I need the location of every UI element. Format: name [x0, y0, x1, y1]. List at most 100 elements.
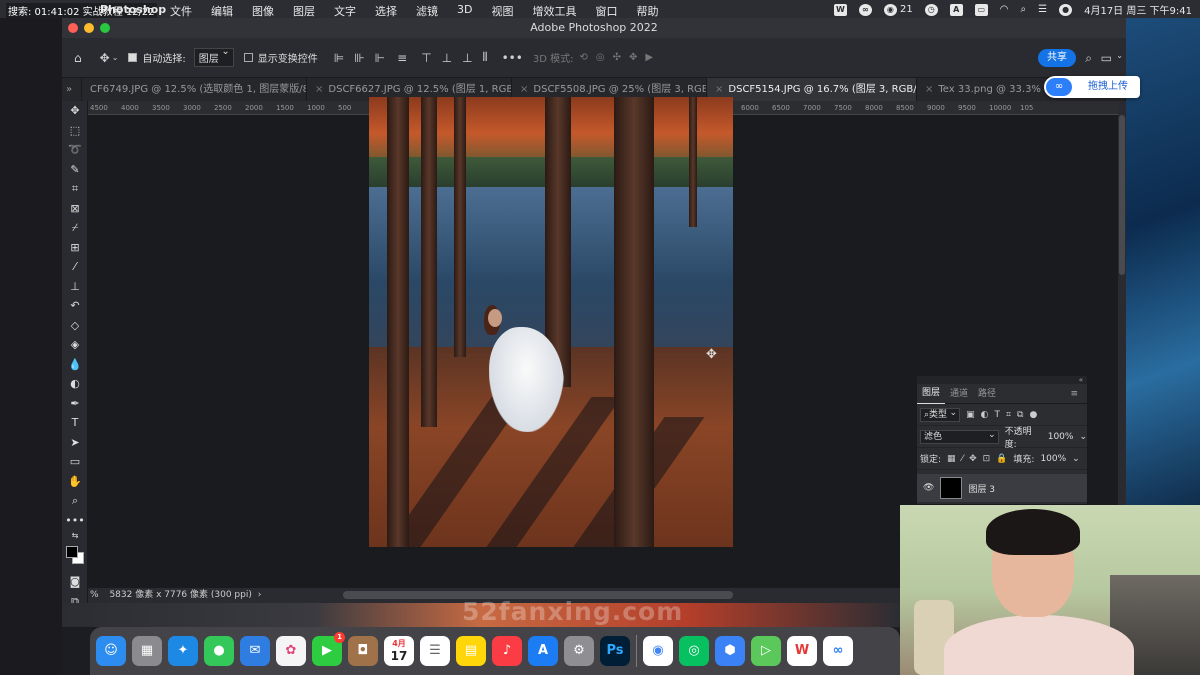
align-right-icon[interactable]: ⊩: [375, 51, 385, 65]
align-left-icon[interactable]: ⊫: [334, 51, 344, 65]
chrome-icon[interactable]: ◉: [643, 636, 673, 666]
align-center-h-icon[interactable]: ⊪: [354, 51, 364, 65]
foreground-color-swatch[interactable]: [66, 546, 78, 558]
dodge-tool-icon[interactable]: ◐: [62, 374, 88, 394]
distribute-v-icon[interactable]: ⫴: [483, 50, 488, 65]
tool-preset-chevron-icon[interactable]: ⌄: [112, 53, 119, 62]
wechat-status[interactable]: ◉ 21: [883, 3, 913, 16]
frame-tool-icon[interactable]: ⊠: [62, 199, 88, 219]
menu-help[interactable]: 帮助: [636, 3, 658, 19]
crop-tool-icon[interactable]: ⌗: [62, 179, 88, 199]
music-icon[interactable]: ♪: [492, 636, 522, 666]
fill-chevron-icon[interactable]: ⌄: [1072, 454, 1080, 464]
launchpad-icon[interactable]: ▦: [132, 636, 162, 666]
blur-tool-icon[interactable]: 💧: [62, 355, 88, 375]
lock-position-icon[interactable]: ✥: [969, 454, 977, 464]
menu-select[interactable]: 选择: [375, 3, 397, 19]
facetime-icon[interactable]: ▶ 1: [312, 632, 345, 666]
zoom-readout[interactable]: %: [90, 590, 99, 600]
tab-layers[interactable]: 图层: [917, 383, 946, 404]
control-center-icon[interactable]: ☰: [1038, 4, 1047, 15]
system-preferences-icon[interactable]: ⚙: [564, 636, 594, 666]
menu-layer[interactable]: 图层: [293, 3, 315, 19]
notes-icon[interactable]: ▤: [456, 636, 486, 666]
layer-name[interactable]: 图层 3: [968, 482, 995, 495]
pen-tool-icon[interactable]: ✒: [62, 394, 88, 414]
status-chevron-icon[interactable]: ›: [258, 590, 262, 600]
wifi-icon[interactable]: ◠: [1000, 4, 1009, 15]
minimize-window-button[interactable]: [84, 23, 94, 33]
quick-mask-icon[interactable]: ◙: [62, 572, 88, 592]
align-bottom-icon[interactable]: ⊥: [462, 51, 472, 65]
rectangle-tool-icon[interactable]: ▭: [62, 452, 88, 472]
baidu-netdisk-dock-icon[interactable]: ⬢: [715, 636, 745, 666]
search-icon[interactable]: ⌕: [1085, 51, 1092, 66]
layer-row[interactable]: 👁 图层 3: [917, 474, 1087, 502]
healing-brush-tool-icon[interactable]: ⊞: [62, 238, 88, 258]
auto-select-checkbox[interactable]: 自动选择:: [128, 50, 186, 65]
input-method-icon[interactable]: A: [949, 3, 963, 16]
align-top-icon[interactable]: ⊤: [421, 51, 431, 65]
wps-status-icon[interactable]: W: [833, 3, 847, 16]
lock-artboard-icon[interactable]: ⊡: [983, 454, 991, 464]
layer-filter-dropdown[interactable]: ⌕类型: [920, 407, 961, 422]
document-tab-active[interactable]: × DSCF5154.JPG @ 16.7% (图层 3, RGB/8*) *: [707, 78, 917, 101]
photoshop-dock-icon[interactable]: Ps: [600, 636, 630, 666]
menu-plugins[interactable]: 增效工具: [532, 3, 576, 19]
calendar-icon[interactable]: 4月 17: [384, 636, 414, 666]
more-options-icon[interactable]: •••: [502, 51, 523, 65]
opacity-value[interactable]: 100%: [1048, 432, 1074, 442]
zoom-window-button[interactable]: [100, 23, 110, 33]
clone-stamp-tool-icon[interactable]: ⊥: [62, 277, 88, 297]
filter-type-icon[interactable]: T: [994, 410, 1000, 420]
distribute-icon[interactable]: ≡: [397, 51, 407, 65]
document-tab[interactable]: CF6749.JPG @ 12.5% (选取颜色 1, 图层蒙版/8...: [82, 78, 307, 101]
safari-icon[interactable]: ✦: [168, 636, 198, 666]
auto-select-dropdown[interactable]: 图层: [193, 46, 234, 67]
workspace-icon[interactable]: ▭: [1101, 51, 1112, 65]
share-button[interactable]: 共享: [1038, 49, 1076, 67]
video-player-icon[interactable]: ▷: [751, 636, 781, 666]
menu-view[interactable]: 视图: [491, 3, 513, 19]
menu-window[interactable]: 窗口: [595, 3, 617, 19]
messages-icon[interactable]: ●: [204, 636, 234, 666]
baidu-cloud-status-icon[interactable]: ∞: [858, 3, 872, 16]
path-select-tool-icon[interactable]: ➤: [62, 433, 88, 453]
app-store-icon[interactable]: A: [528, 636, 558, 666]
reminders-icon[interactable]: ☰: [420, 636, 450, 666]
eraser-tool-icon[interactable]: ◇: [62, 316, 88, 336]
default-colors-icon[interactable]: ⇆: [62, 530, 88, 542]
menubar-datetime[interactable]: 4月17日 周三 下午9:41: [1084, 2, 1192, 17]
type-tool-icon[interactable]: T: [62, 413, 88, 433]
mail-icon[interactable]: ✉: [240, 636, 270, 666]
menu-edit[interactable]: 编辑: [211, 3, 233, 19]
clock-status-icon[interactable]: ◷: [924, 3, 938, 16]
lock-transparent-icon[interactable]: ▦: [947, 454, 956, 464]
visibility-eye-icon[interactable]: 👁: [923, 483, 934, 493]
close-tab-icon[interactable]: ×: [520, 84, 528, 95]
workspace-chevron-icon[interactable]: ⌄: [1116, 51, 1123, 60]
contacts-icon[interactable]: ◘: [348, 636, 378, 666]
filter-pixel-icon[interactable]: ▣: [966, 410, 975, 420]
close-tab-icon[interactable]: ×: [315, 84, 323, 95]
siri-icon[interactable]: ●: [1059, 3, 1073, 16]
fill-value[interactable]: 100%: [1040, 454, 1066, 464]
show-transform-checkbox[interactable]: 显示变换控件: [243, 50, 318, 65]
hand-tool-icon[interactable]: ✋: [62, 472, 88, 492]
vertical-scrollbar[interactable]: [1119, 115, 1125, 275]
move-tool-icon[interactable]: ✥: [100, 51, 110, 65]
zoom-tool-icon[interactable]: ⌕: [62, 491, 88, 511]
close-window-button[interactable]: [68, 23, 78, 33]
menu-type[interactable]: 文字: [334, 3, 356, 19]
lasso-tool-icon[interactable]: ➰: [62, 140, 88, 160]
wps-office-icon[interactable]: W: [787, 636, 817, 666]
close-tab-icon[interactable]: ×: [925, 84, 933, 95]
edit-toolbar-icon[interactable]: •••: [62, 511, 88, 531]
blend-mode-dropdown[interactable]: 滤色: [920, 429, 999, 444]
close-tab-icon[interactable]: ×: [715, 84, 723, 95]
app-name-menu[interactable]: Photoshop: [100, 3, 166, 16]
menu-filter[interactable]: 滤镜: [416, 3, 438, 19]
move-tool-icon[interactable]: ✥: [62, 101, 88, 121]
filter-smart-object-icon[interactable]: ⧉: [1017, 410, 1023, 420]
paint-bucket-tool-icon[interactable]: ◈: [62, 335, 88, 355]
